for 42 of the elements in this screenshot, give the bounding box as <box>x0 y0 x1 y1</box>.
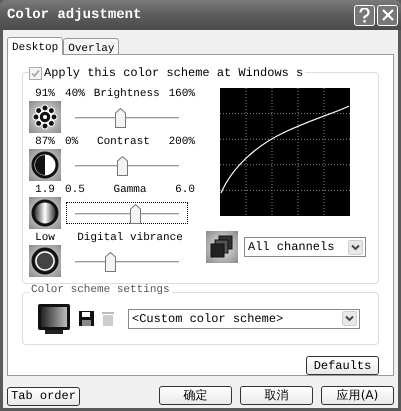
close-button[interactable] <box>377 4 398 26</box>
dropdown[interactable]: <Custom color scheme> <box>128 308 360 328</box>
gamma-icon <box>29 196 61 228</box>
slider-label: Brightness <box>94 89 160 100</box>
slider-max: 200% <box>168 137 195 148</box>
slider-thumb[interactable] <box>105 252 116 272</box>
group-title: Color scheme settings <box>29 285 172 296</box>
slider-reading: 1.9 <box>34 185 56 196</box>
slider-label: Gamma <box>113 185 146 196</box>
dropdown[interactable]: All channels <box>244 237 366 257</box>
slider-thumb[interactable] <box>114 108 126 128</box>
defaults-button[interactable]: Defaults <box>306 356 379 375</box>
tab[interactable]: Desktop <box>7 37 64 55</box>
slider-reading: Low <box>34 233 56 244</box>
slider-reading: 91% <box>34 89 56 100</box>
monitor-icon <box>37 302 71 334</box>
contrast-icon <box>29 148 61 180</box>
slider-thumb[interactable] <box>130 204 142 224</box>
slider-label: Digital vibrance <box>77 233 183 244</box>
tab[interactable]: Overlay <box>63 38 120 54</box>
save-icon[interactable] <box>79 311 94 326</box>
close-icon <box>382 9 394 21</box>
help-icon <box>359 8 370 22</box>
slider-min: 40% <box>65 89 85 100</box>
slider-max: 6.0 <box>175 185 195 196</box>
brightness-icon <box>29 100 61 132</box>
slider-min: 0% <box>65 137 78 148</box>
vibrance-icon <box>29 244 61 276</box>
window-title: Color adjustment <box>7 6 142 24</box>
slider-max: 160% <box>168 89 195 100</box>
slider[interactable] <box>66 202 188 224</box>
checkbox-label: Apply this color scheme at Windows s <box>44 65 304 82</box>
slider-thumb[interactable] <box>116 156 128 176</box>
footer-button[interactable]: 确定 <box>159 386 232 404</box>
slider-reading: 87% <box>34 137 56 148</box>
footer-button[interactable]: 取消 <box>240 386 313 404</box>
footer-button[interactable]: 应用(A) <box>321 386 394 404</box>
slider-label: Contrast <box>96 137 150 148</box>
footer-button[interactable]: Tab order <box>7 386 80 406</box>
slider-min: 0.5 <box>65 185 85 196</box>
channels-icon <box>206 231 238 263</box>
help-button[interactable] <box>354 4 375 26</box>
